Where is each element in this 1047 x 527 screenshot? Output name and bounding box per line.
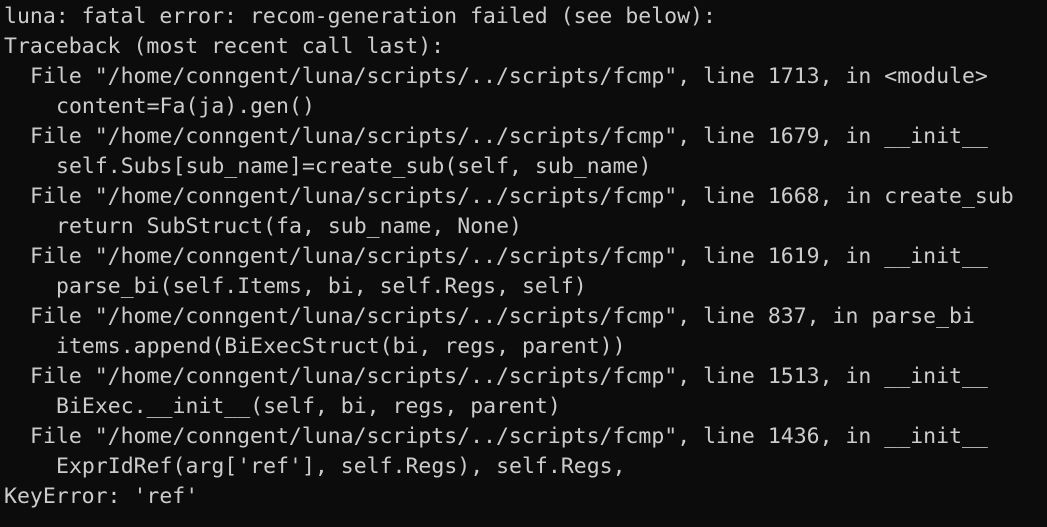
traceback-file-line: File "/home/conngent/luna/scripts/../scr…	[30, 364, 988, 389]
traceback-code-line: content=Fa(ja).gen()	[56, 94, 315, 119]
traceback-file-line: File "/home/conngent/luna/scripts/../scr…	[30, 244, 988, 269]
traceback-file-line: File "/home/conngent/luna/scripts/../scr…	[30, 64, 988, 89]
key-error-line: KeyError: 'ref'	[4, 484, 199, 509]
traceback-code-line: ExprIdRef(arg['ref'], self.Regs), self.R…	[56, 454, 626, 479]
traceback-code-line: BiExec.__init__(self, bi, regs, parent)	[56, 394, 561, 419]
terminal-output[interactable]: luna: fatal error: recom-generation fail…	[0, 0, 1047, 527]
traceback-code-line: return SubStruct(fa, sub_name, None)	[56, 214, 522, 239]
traceback-code-line: parse_bi(self.Items, bi, self.Regs, self…	[56, 274, 587, 299]
traceback-file-line: File "/home/conngent/luna/scripts/../scr…	[30, 124, 988, 149]
traceback-code-line: self.Subs[sub_name]=create_sub(self, sub…	[56, 154, 652, 179]
traceback-file-line: File "/home/conngent/luna/scripts/../scr…	[30, 424, 988, 449]
traceback-code-line: items.append(BiExecStruct(bi, regs, pare…	[56, 334, 626, 359]
traceback-header: Traceback (most recent call last):	[4, 34, 445, 59]
fatal-error-message: luna: fatal error: recom-generation fail…	[4, 4, 716, 29]
traceback-file-line: File "/home/conngent/luna/scripts/../scr…	[30, 304, 975, 329]
traceback-file-line: File "/home/conngent/luna/scripts/../scr…	[30, 184, 1014, 209]
